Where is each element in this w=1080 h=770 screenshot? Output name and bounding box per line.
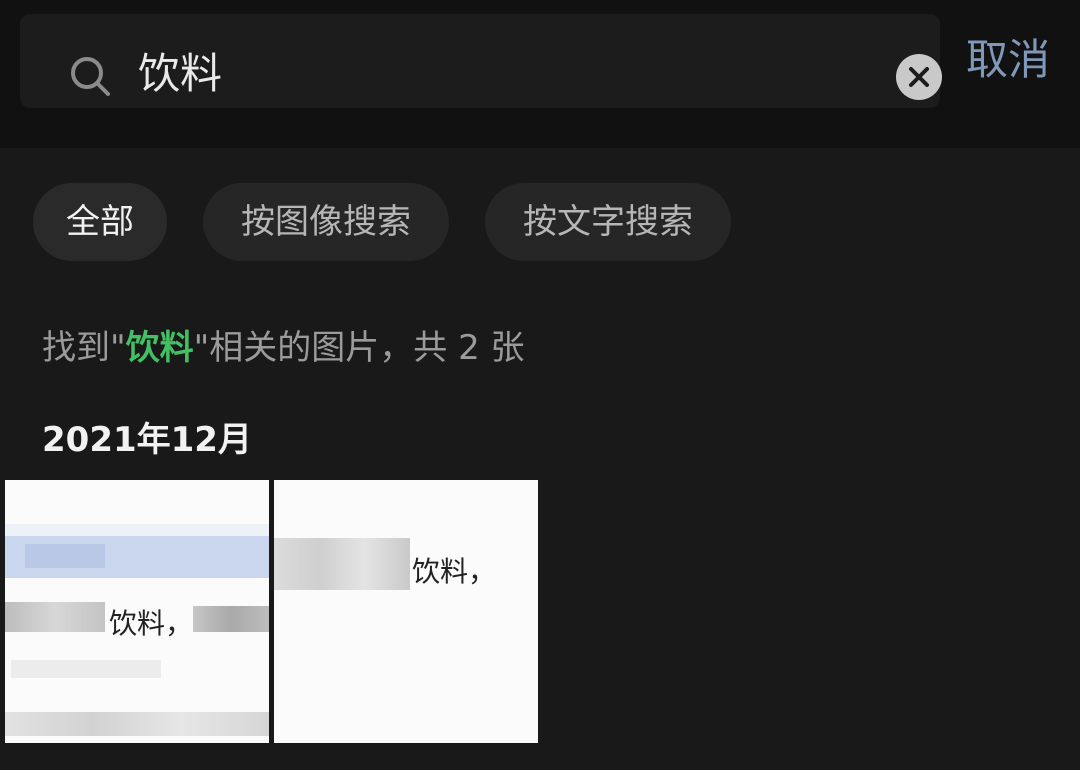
blurred-area xyxy=(5,602,105,632)
search-icon xyxy=(71,57,110,96)
blurred-area xyxy=(11,660,161,678)
search-input[interactable]: 饮料 xyxy=(20,14,942,108)
search-header: 饮料 取消 xyxy=(0,0,1080,148)
filter-all[interactable]: 全部 xyxy=(33,183,167,261)
thumbnail-text: 饮料， xyxy=(109,607,194,640)
image-thumbnail-2[interactable]: 饮料， xyxy=(274,480,538,743)
month-heading: 2021年12月 xyxy=(42,420,252,460)
result-summary: 找到"饮料"相关的图片，共 2 张 xyxy=(42,322,525,374)
blurred-area xyxy=(5,712,269,736)
blurred-area xyxy=(274,538,410,590)
clear-icon xyxy=(909,67,929,87)
result-suffix: "相关的图片，共 2 张 xyxy=(193,328,525,368)
search-results-page: 饮料 取消 全部 按图像搜索 按文字搜索 找到"饮料"相关的图片，共 2 张 2… xyxy=(0,0,1080,770)
blurred-area xyxy=(193,606,269,632)
image-thumbnail-1[interactable]: 饮料， xyxy=(5,480,269,743)
cancel-button[interactable]: 取消 xyxy=(966,30,1050,90)
filter-image-search[interactable]: 按图像搜索 xyxy=(203,183,449,261)
blurred-area xyxy=(25,544,105,568)
clear-search-button[interactable] xyxy=(896,54,942,100)
result-keyword: 饮料 xyxy=(125,328,194,368)
search-query-text: 饮料 xyxy=(138,49,223,98)
thumbnail-text: 饮料， xyxy=(412,555,497,588)
filter-text-search[interactable]: 按文字搜索 xyxy=(485,183,731,261)
result-prefix: 找到" xyxy=(42,328,126,368)
